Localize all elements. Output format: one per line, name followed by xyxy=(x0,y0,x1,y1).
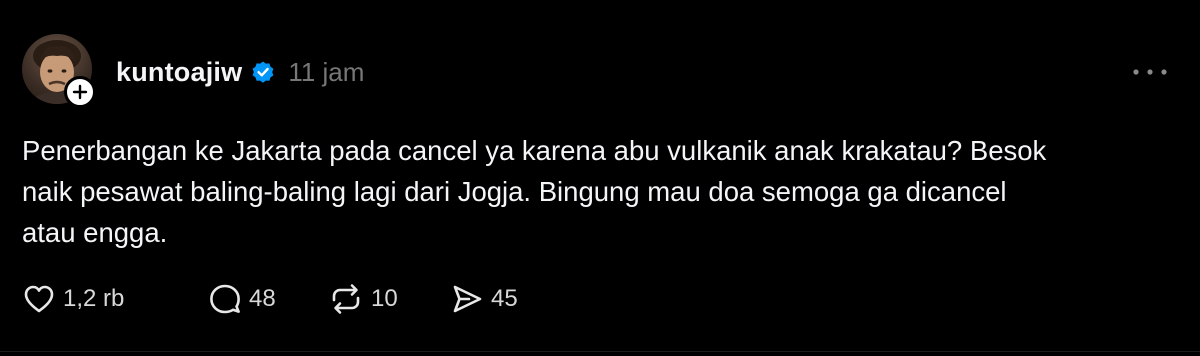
send-icon xyxy=(453,285,482,313)
plus-icon xyxy=(72,84,88,100)
repost-count: 10 xyxy=(371,285,398,312)
share-button[interactable]: 45 xyxy=(450,278,550,320)
verified-badge-icon xyxy=(250,59,276,85)
follow-button[interactable] xyxy=(64,76,96,108)
post-actions: 1,2 rb 48 10 45 xyxy=(22,278,550,320)
author-avatar[interactable] xyxy=(22,34,96,108)
repost-icon xyxy=(332,284,360,314)
post-header: kuntoajiw 11 jam xyxy=(116,52,364,92)
like-button[interactable]: 1,2 rb xyxy=(22,278,208,320)
more-icon xyxy=(1133,69,1167,75)
heart-icon xyxy=(24,285,54,313)
post-text: Penerbangan ke Jakarta pada cancel ya ka… xyxy=(22,135,1047,248)
repost-button[interactable]: 10 xyxy=(328,278,450,320)
comment-icon xyxy=(210,284,240,314)
share-count: 45 xyxy=(491,285,518,312)
post-divider xyxy=(0,351,1200,352)
like-count: 1,2 rb xyxy=(63,285,125,312)
reply-button[interactable]: 48 xyxy=(208,278,328,320)
reply-count: 48 xyxy=(249,285,276,312)
thread-post: kuntoajiw 11 jam Penerbangan ke Jakarta … xyxy=(0,0,1200,356)
author-username[interactable]: kuntoajiw xyxy=(116,57,242,88)
post-timestamp[interactable]: 11 jam xyxy=(288,57,364,88)
more-options-button[interactable] xyxy=(1130,58,1170,86)
